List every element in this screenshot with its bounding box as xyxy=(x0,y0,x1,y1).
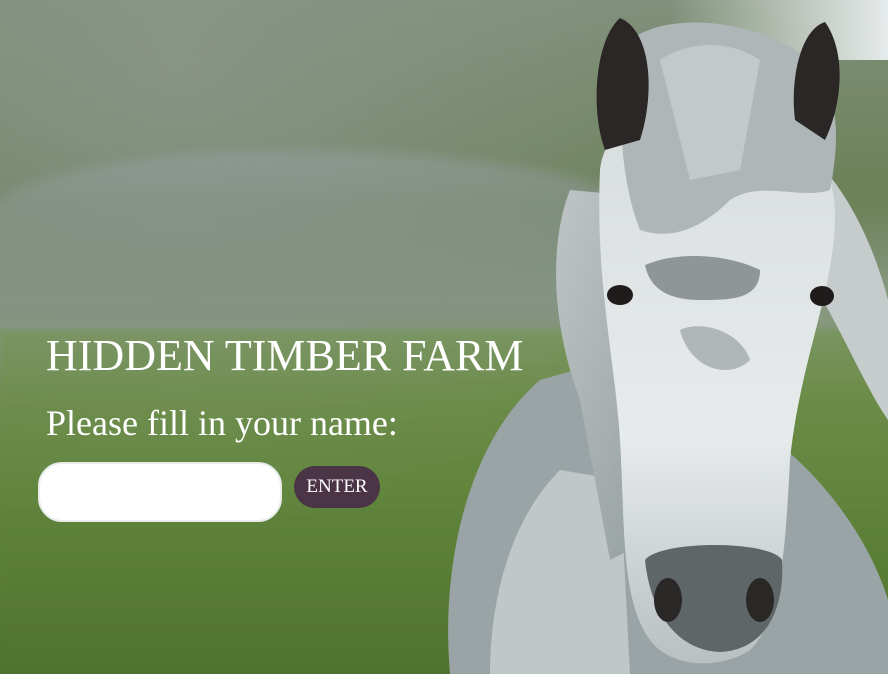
page-title: HIDDEN TIMBER FARM xyxy=(46,331,524,380)
name-prompt-label: Please fill in your name: xyxy=(46,403,398,443)
name-input[interactable] xyxy=(38,462,282,522)
enter-button[interactable]: ENTER xyxy=(294,466,380,508)
